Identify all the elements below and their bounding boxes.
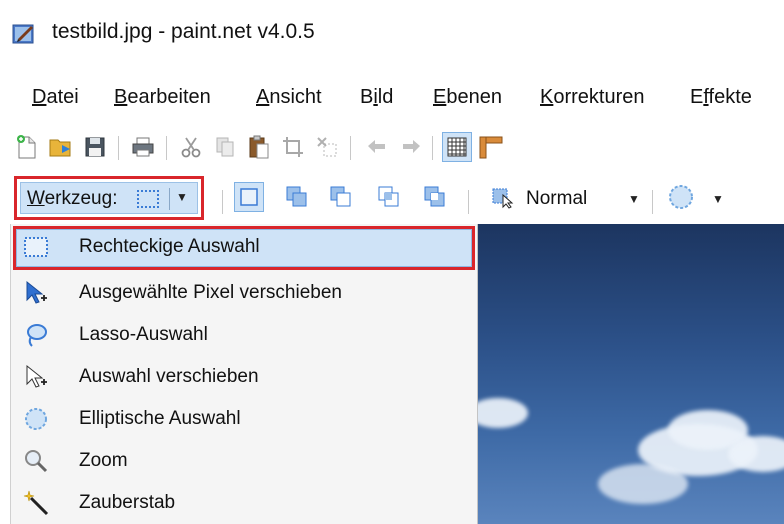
redo-icon[interactable]: [396, 132, 426, 162]
copy-icon[interactable]: [210, 132, 240, 162]
tool-picker-label: Werkzeug:: [27, 188, 118, 209]
tool-item-move-selection[interactable]: Auswahl verschieben: [11, 356, 479, 398]
menu-datei[interactable]: Datei: [32, 86, 79, 109]
menu-ansicht[interactable]: Ansicht: [256, 86, 322, 109]
menu-bar: Datei Bearbeiten Ansicht Bild Ebenen Kor…: [0, 74, 784, 118]
crop-icon[interactable]: [278, 132, 308, 162]
title-bar: testbild.jpg - paint.net v4.0.5: [0, 0, 784, 66]
tool-item-label: Elliptische Auswahl: [79, 408, 241, 429]
image-canvas[interactable]: [478, 224, 784, 524]
open-file-icon[interactable]: [46, 132, 76, 162]
menu-korrekturen[interactable]: Korrekturen: [540, 86, 645, 109]
tool-item-rectangle-select[interactable]: Rechteckige Auswahl: [11, 224, 479, 270]
toolbar-separator: [166, 136, 167, 160]
lasso-icon: [23, 322, 49, 348]
menu-bild[interactable]: Bild: [360, 86, 393, 109]
tool-item-move-pixels[interactable]: Ausgewählte Pixel verschieben: [11, 272, 479, 314]
cloud-shape: [478, 398, 528, 428]
tool-item-magic-wand[interactable]: Zauberstab: [11, 482, 479, 524]
toolbar-separator: [432, 136, 433, 160]
menu-effekte[interactable]: Effekte: [690, 86, 752, 109]
tool-item-lasso[interactable]: Lasso-Auswahl: [11, 314, 479, 356]
chevron-down-icon[interactable]: ▼: [628, 192, 640, 206]
chevron-down-icon[interactable]: ▼: [712, 192, 724, 206]
new-file-icon[interactable]: [12, 132, 42, 162]
tool-item-label: Rechteckige Auswahl: [79, 236, 260, 257]
ellipse-select-icon: [23, 406, 49, 432]
menu-bearbeiten[interactable]: Bearbeiten: [114, 86, 211, 109]
print-icon[interactable]: [128, 132, 158, 162]
tool-item-label: Ausgewählte Pixel verschieben: [79, 282, 342, 303]
deselect-icon[interactable]: [312, 132, 342, 162]
selection-mode-intersect-button[interactable]: [374, 182, 404, 212]
undo-icon[interactable]: [362, 132, 392, 162]
grid-icon[interactable]: [442, 132, 472, 162]
rectangle-select-icon: [137, 190, 159, 208]
zoom-icon: [23, 448, 49, 474]
save-icon[interactable]: [80, 132, 110, 162]
paste-icon[interactable]: [244, 132, 274, 162]
selection-mode-invert-button[interactable]: [420, 182, 450, 212]
cloud-shape: [598, 464, 688, 504]
tool-item-label: Lasso-Auswahl: [79, 324, 208, 345]
window-title: testbild.jpg - paint.net v4.0.5: [52, 20, 315, 43]
move-selection-icon: [23, 364, 49, 390]
chevron-down-icon[interactable]: ▼: [176, 190, 188, 204]
blend-mode-select[interactable]: Normal: [526, 188, 587, 210]
tool-item-label: Auswahl verschieben: [79, 366, 259, 387]
cut-icon[interactable]: [176, 132, 206, 162]
selection-mode-exclude-button[interactable]: [326, 182, 356, 212]
tool-picker-button[interactable]: Werkzeug: ▼: [20, 182, 198, 214]
rectangle-select-icon: [23, 234, 49, 260]
tool-dropdown-menu: Rechteckige Auswahl Ausgewählte Pixel ve…: [10, 224, 478, 524]
move-pixels-icon: [23, 280, 49, 306]
tool-item-label: Zoom: [79, 450, 128, 471]
toolbar-separator: [652, 190, 653, 214]
tool-picker-highlight: Werkzeug: ▼: [14, 176, 204, 220]
toolbar-separator: [468, 190, 469, 214]
toolbar-separator: [222, 190, 223, 214]
antialiasing-icon[interactable]: [488, 182, 518, 212]
selection-quality-icon[interactable]: [666, 182, 696, 212]
picker-separator: [169, 188, 170, 210]
tool-item-zoom[interactable]: Zoom: [11, 440, 479, 482]
tool-item-label: Zauberstab: [79, 492, 176, 513]
tool-options-toolbar: Werkzeug: ▼ Normal ▼ ▼: [0, 174, 784, 220]
toolbar-separator: [350, 136, 351, 160]
rulers-icon[interactable]: [476, 132, 506, 162]
magic-wand-icon: [23, 490, 49, 516]
selection-mode-union-button[interactable]: [282, 182, 312, 212]
selection-mode-replace-button[interactable]: [234, 182, 264, 212]
toolbar-separator: [118, 136, 119, 160]
menu-ebenen[interactable]: Ebenen: [433, 86, 502, 109]
main-toolbar: [0, 128, 784, 170]
paintnet-app-icon: [12, 22, 36, 46]
tool-item-ellipse-select[interactable]: Elliptische Auswahl: [11, 398, 479, 440]
